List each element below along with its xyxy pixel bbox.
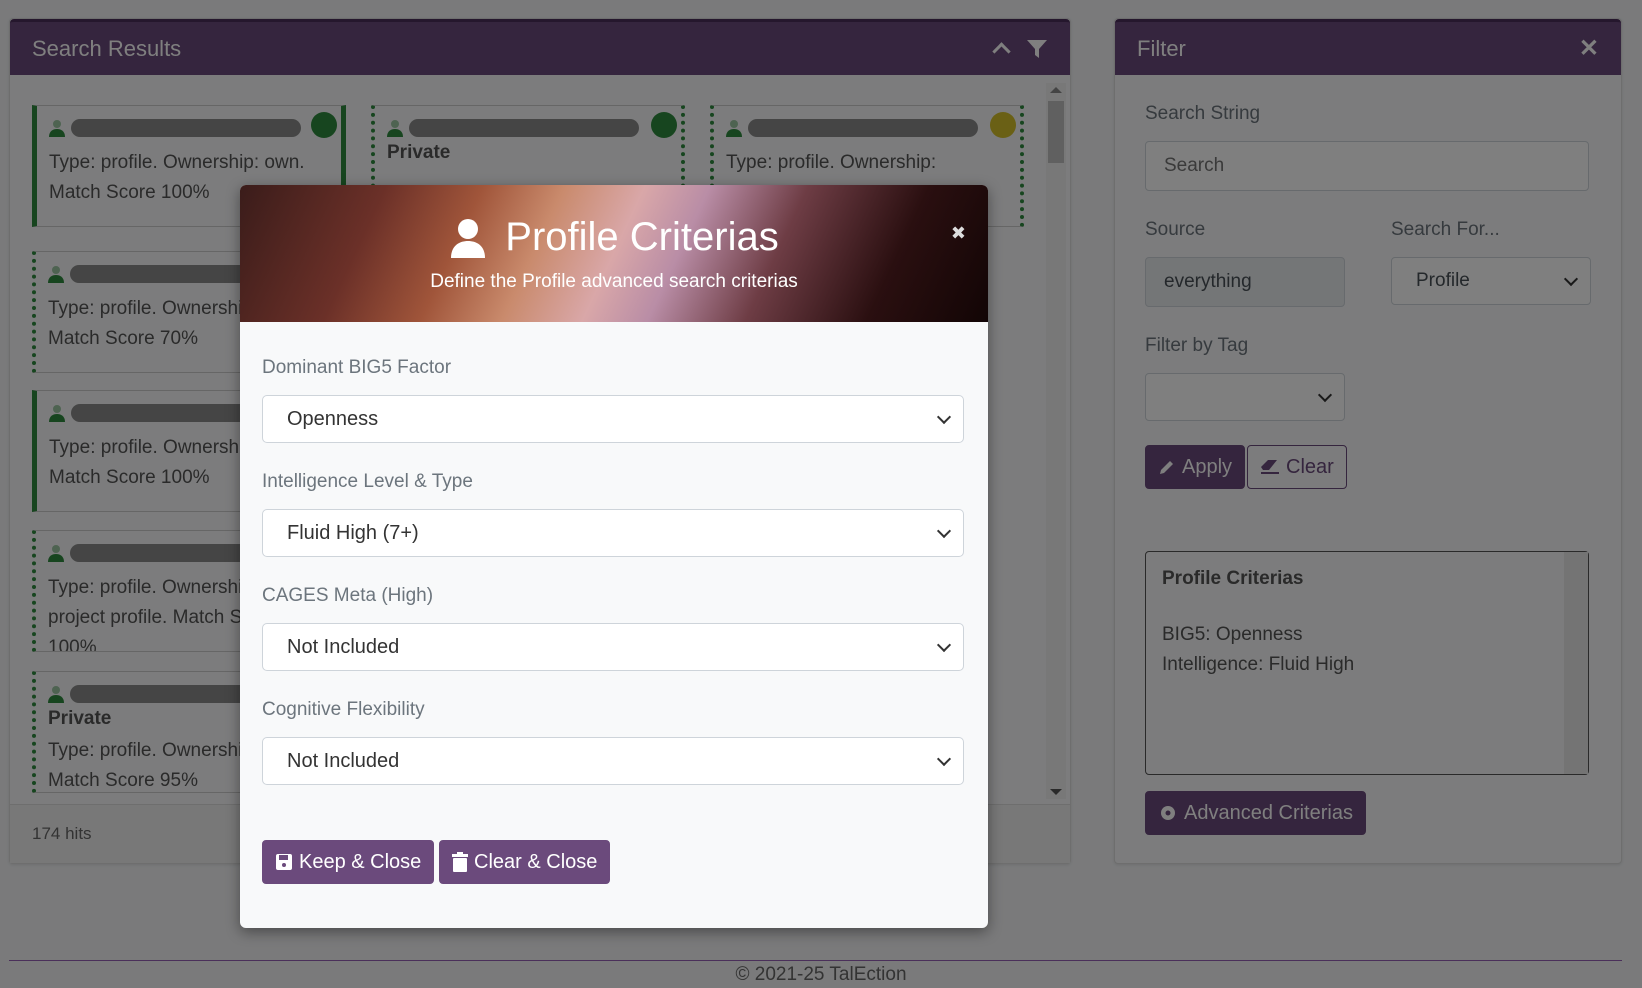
clear-close-label: Clear & Close (474, 850, 598, 873)
modal-title: Profile Criterias (505, 215, 779, 259)
big5-label: Dominant BIG5 Factor (262, 357, 452, 378)
save-icon (276, 854, 292, 870)
modal-close-icon[interactable]: ✖ (951, 223, 966, 244)
chevron-down-icon (936, 751, 952, 767)
intelligence-select[interactable]: Fluid High (7+) (262, 509, 964, 557)
profile-criterias-modal: Profile Criterias Define the Profile adv… (240, 185, 988, 928)
keep-close-label: Keep & Close (299, 850, 422, 873)
modal-header: Profile Criterias Define the Profile adv… (240, 185, 988, 322)
trash-icon (452, 852, 468, 872)
cognitive-flexibility-label: Cognitive Flexibility (262, 699, 425, 720)
big5-value: Openness (287, 407, 379, 430)
cognitive-flexibility-select[interactable]: Not Included (262, 737, 964, 785)
modal-subtitle: Define the Profile advanced search crite… (430, 271, 798, 292)
chevron-down-icon (936, 523, 952, 539)
intelligence-label: Intelligence Level & Type (262, 471, 473, 492)
chevron-down-icon (936, 409, 952, 425)
cognitive-flexibility-value: Not Included (287, 749, 400, 772)
clear-close-button[interactable]: Clear & Close (439, 840, 611, 884)
big5-select[interactable]: Openness (262, 395, 964, 443)
cages-label: CAGES Meta (High) (262, 585, 434, 606)
copyright: © 2021-25 TalEction (735, 964, 907, 985)
footer-divider (9, 960, 1622, 961)
user-icon (451, 218, 486, 258)
keep-close-button[interactable]: Keep & Close (262, 840, 435, 884)
chevron-down-icon (936, 637, 952, 653)
cages-value: Not Included (287, 635, 400, 658)
cages-select[interactable]: Not Included (262, 623, 964, 671)
intelligence-value: Fluid High (7+) (287, 521, 419, 544)
